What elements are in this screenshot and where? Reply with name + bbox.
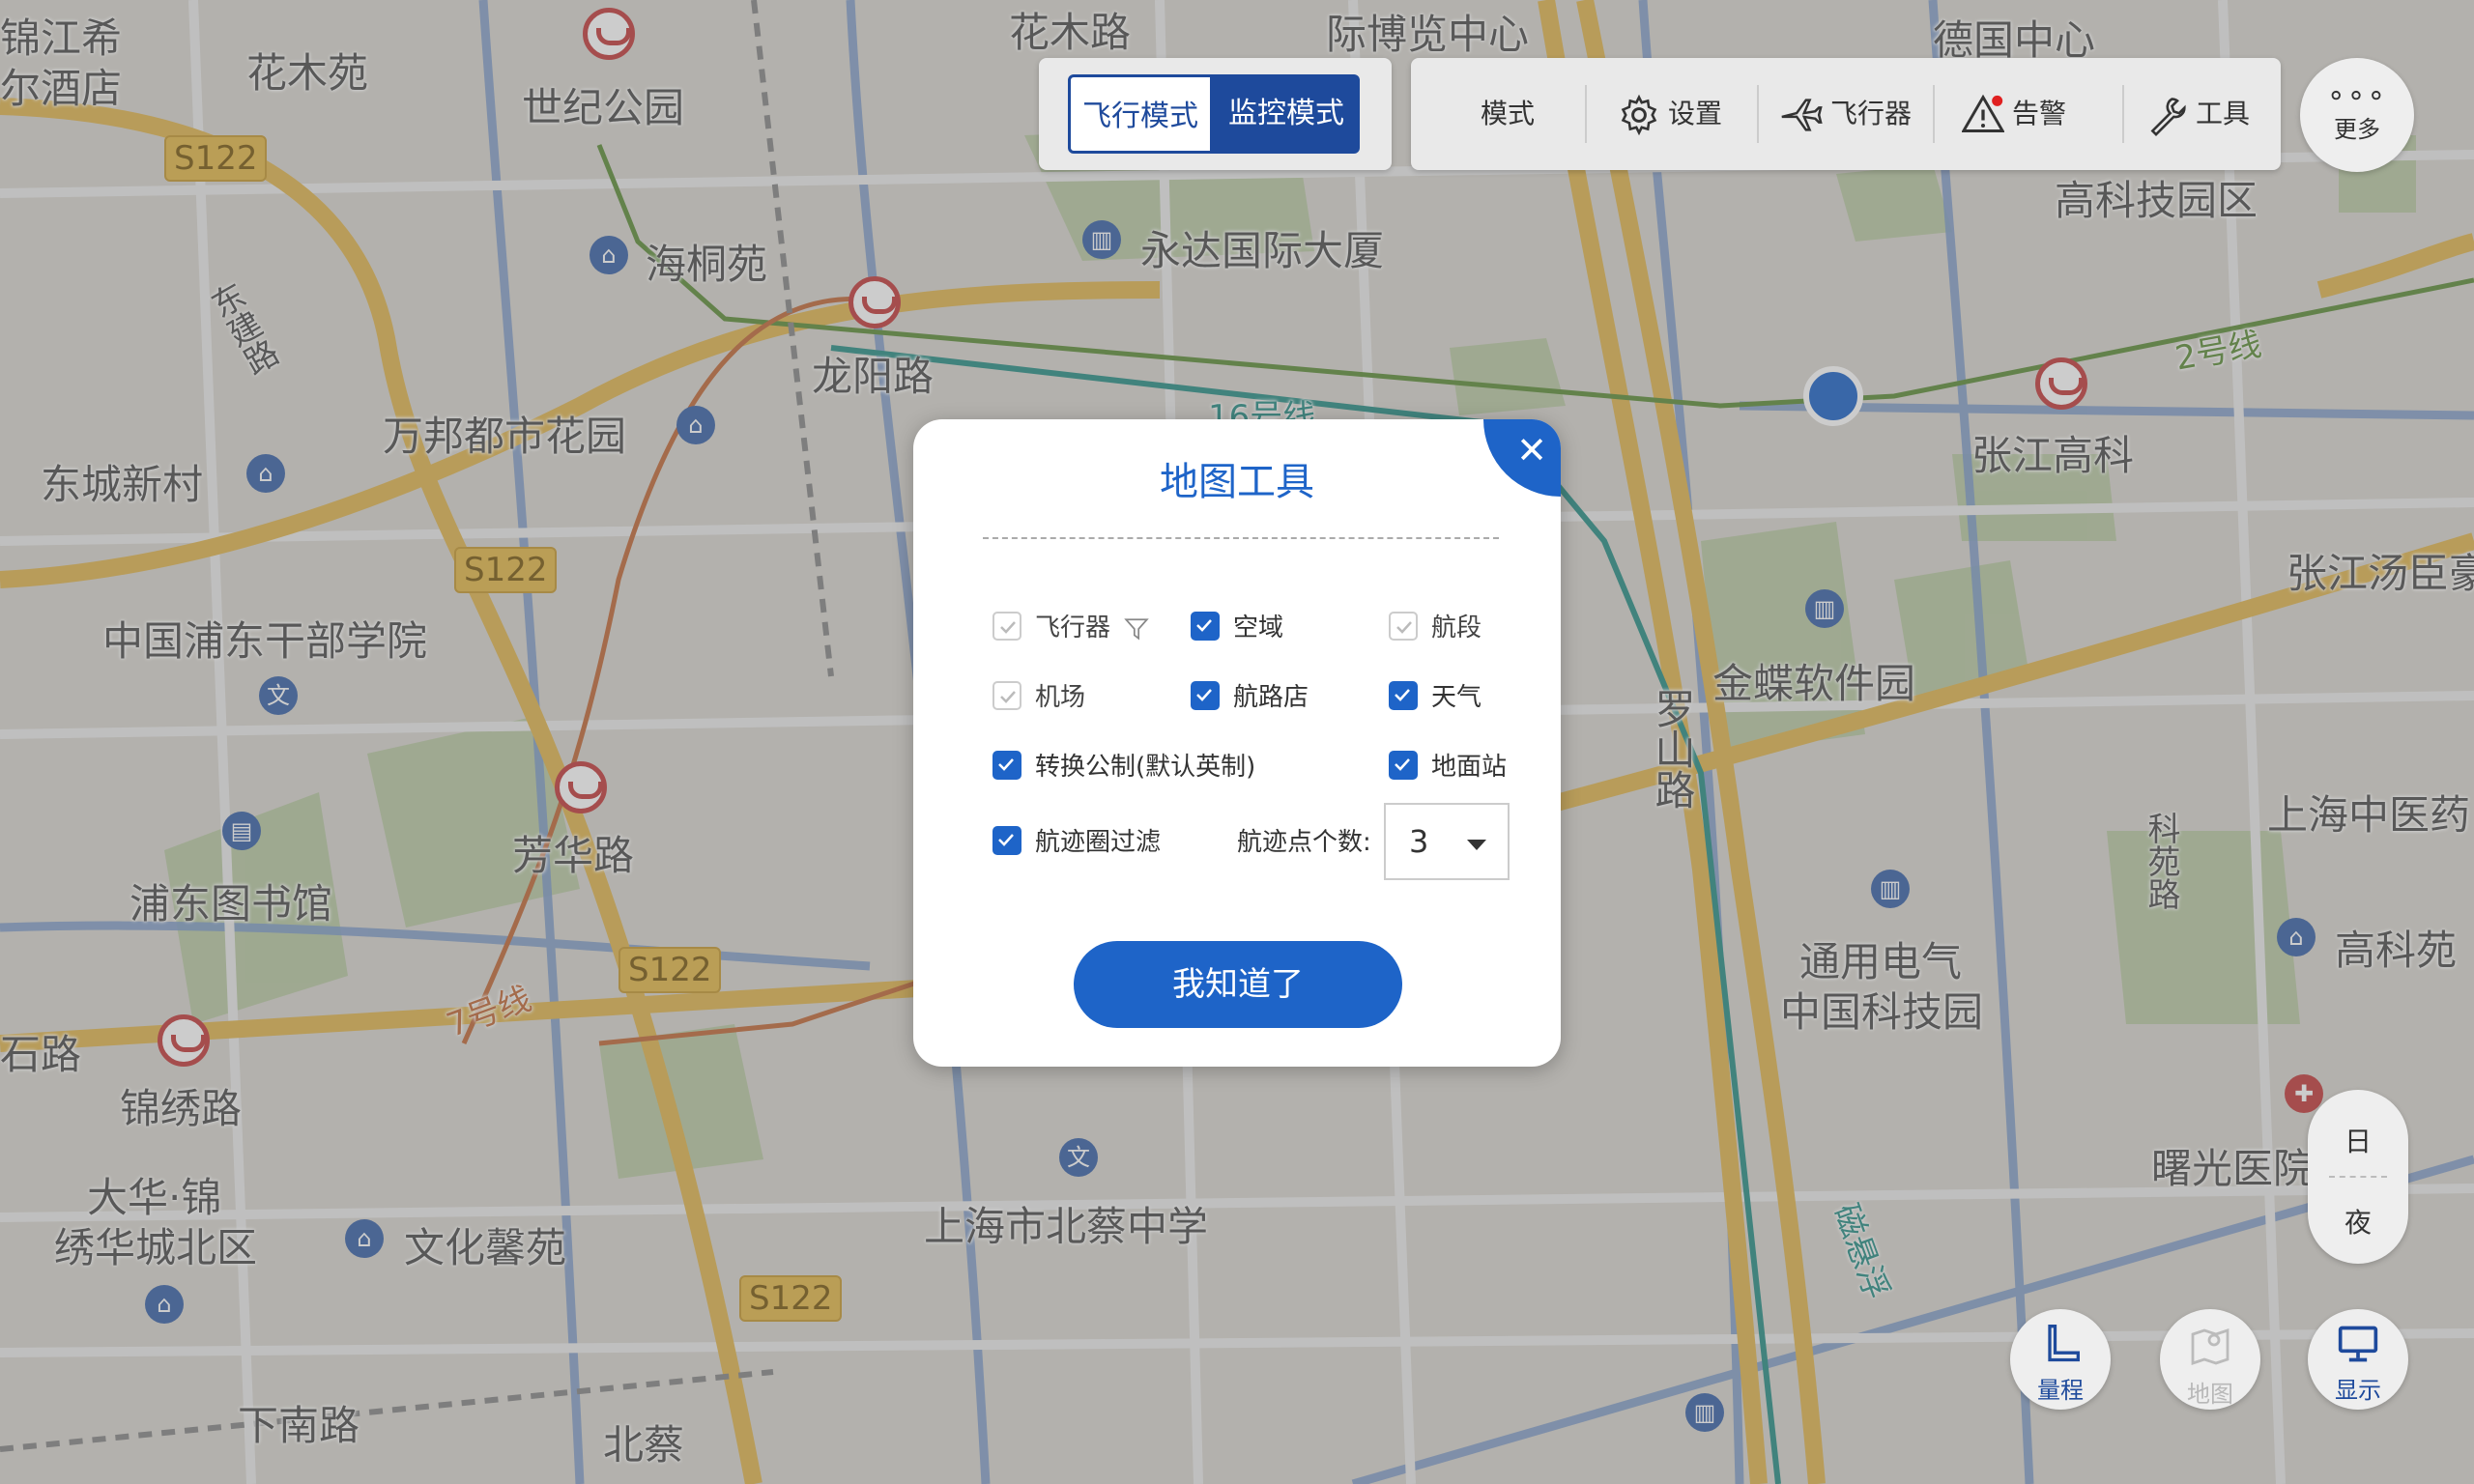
checkbox-aircraft[interactable] bbox=[992, 611, 1021, 641]
more-button[interactable]: ∘∘∘ 更多 bbox=[2300, 58, 2414, 172]
display-button[interactable]: 显示 bbox=[2308, 1309, 2408, 1410]
more-label: 更多 bbox=[2334, 116, 2380, 143]
gear-icon bbox=[1621, 94, 1657, 136]
toolbar-divider bbox=[1585, 85, 1587, 143]
dialog-title: 地图工具 bbox=[1160, 460, 1314, 504]
option-ground-station[interactable]: 地面站 bbox=[1389, 748, 1507, 786]
option-metric[interactable]: 转换公制(默认英制) bbox=[992, 748, 1255, 786]
more-dots-icon: ∘∘∘ bbox=[2326, 78, 2388, 112]
settings-button[interactable]: 设置 bbox=[1618, 58, 1722, 170]
checkbox-weather[interactable] bbox=[1389, 680, 1418, 710]
ground-station-option-label: 地面站 bbox=[1431, 753, 1508, 782]
ok-button[interactable]: 我知道了 bbox=[1074, 941, 1402, 1028]
map-tools-dialog: ✕ 地图工具 飞行器 空域 航段 机场 航路店 天气 转换公制(默认英制) 地面… bbox=[913, 419, 1561, 1067]
mode-button[interactable]: 模式 bbox=[1481, 58, 1535, 170]
top-toolbar: 模式 设置 飞行器 告警 工具 bbox=[1411, 58, 2281, 170]
title-divider bbox=[983, 537, 1499, 539]
toolbar-divider bbox=[1757, 85, 1759, 143]
checkbox-ground-station[interactable] bbox=[1389, 750, 1418, 780]
option-airspace[interactable]: 空域 bbox=[1191, 609, 1283, 647]
alarm-label: 告警 bbox=[2012, 98, 2067, 129]
mode-switch-bar: 飞行模式 监控模式 bbox=[1039, 58, 1392, 170]
filter-icon[interactable] bbox=[1124, 616, 1150, 642]
option-airport[interactable]: 机场 bbox=[992, 678, 1085, 717]
range-button[interactable]: 量程 bbox=[2010, 1309, 2111, 1410]
option-track-filter[interactable]: 航迹圈过滤 bbox=[992, 823, 1161, 862]
tools-button[interactable]: 工具 bbox=[2145, 58, 2250, 170]
checkbox-track-filter[interactable] bbox=[992, 825, 1021, 855]
map-pin-icon bbox=[2191, 1328, 2229, 1365]
settings-label: 设置 bbox=[1668, 98, 1723, 129]
mode-label: 模式 bbox=[1481, 98, 1536, 129]
option-waypoint[interactable]: 航路店 bbox=[1191, 678, 1309, 717]
checkbox-metric[interactable] bbox=[992, 750, 1021, 780]
track-filter-option-label: 航迹圈过滤 bbox=[1035, 828, 1162, 857]
night-button[interactable]: 夜 bbox=[2308, 1202, 2408, 1241]
chevron-down-icon bbox=[1467, 840, 1486, 850]
monitor-icon bbox=[2338, 1326, 2378, 1362]
aircraft-label: 飞行器 bbox=[1830, 98, 1913, 129]
airspace-option-label: 空域 bbox=[1233, 614, 1284, 642]
ruler-icon bbox=[2048, 1325, 2080, 1362]
checkbox-airport[interactable] bbox=[992, 680, 1021, 710]
warning-icon bbox=[1961, 94, 2005, 132]
toolbar-divider bbox=[1933, 85, 1935, 143]
checkbox-waypoint[interactable] bbox=[1191, 680, 1220, 710]
monitor-mode-button[interactable]: 监控模式 bbox=[1213, 74, 1360, 154]
metric-option-label: 转换公制(默认英制) bbox=[1035, 753, 1256, 782]
day-night-divider bbox=[2329, 1176, 2387, 1178]
segment-option-label: 航段 bbox=[1431, 614, 1482, 642]
toolbar-divider bbox=[2122, 85, 2124, 143]
checkbox-airspace[interactable] bbox=[1191, 611, 1220, 641]
map-label: 地图 bbox=[2187, 1381, 2233, 1408]
checkbox-segment[interactable] bbox=[1389, 611, 1418, 641]
tools-label: 工具 bbox=[2196, 98, 2251, 129]
track-count-value: 3 bbox=[1409, 823, 1429, 860]
track-count-label: 航迹点个数: bbox=[1237, 828, 1371, 857]
map-button[interactable]: 地图 bbox=[2160, 1309, 2260, 1410]
aircraft-button[interactable]: 飞行器 bbox=[1778, 58, 1912, 170]
day-button[interactable]: 日 bbox=[2308, 1121, 2408, 1159]
day-night-toggle: 日 夜 bbox=[2308, 1090, 2408, 1264]
wrench-icon bbox=[2150, 98, 2186, 136]
airport-option-label: 机场 bbox=[1035, 683, 1086, 712]
option-aircraft[interactable]: 飞行器 bbox=[992, 609, 1150, 647]
airplane-icon bbox=[1781, 99, 1823, 131]
flight-mode-button[interactable]: 飞行模式 bbox=[1068, 74, 1213, 154]
display-label: 显示 bbox=[2335, 1377, 2381, 1404]
waypoint-option-label: 航路店 bbox=[1233, 683, 1309, 712]
track-count-select[interactable]: 3 bbox=[1384, 803, 1510, 880]
aircraft-option-label: 飞行器 bbox=[1035, 614, 1111, 642]
alarm-button[interactable]: 告警 bbox=[1961, 58, 2067, 170]
option-segment[interactable]: 航段 bbox=[1389, 609, 1482, 647]
range-label: 量程 bbox=[2037, 1377, 2084, 1404]
weather-option-label: 天气 bbox=[1431, 683, 1482, 712]
option-weather[interactable]: 天气 bbox=[1389, 678, 1482, 717]
